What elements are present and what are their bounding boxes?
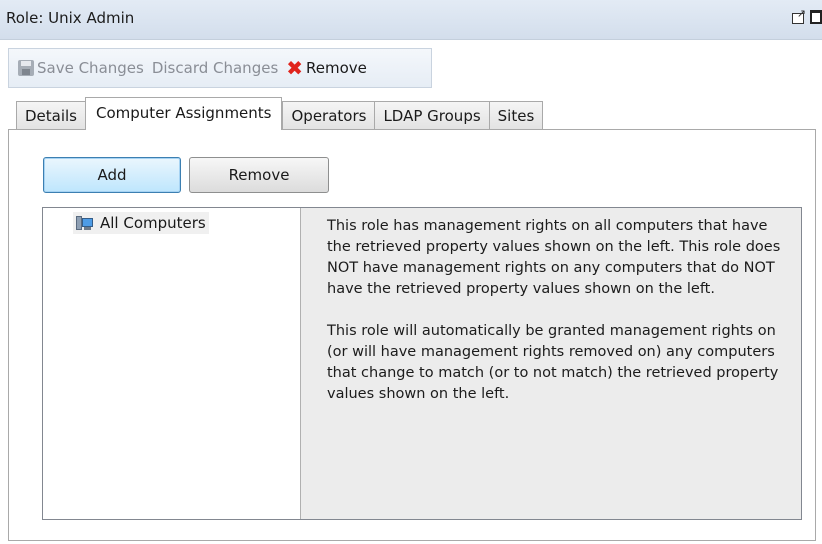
- computer-tree[interactable]: All Computers: [43, 208, 301, 519]
- discard-changes-button[interactable]: Discard Changes: [149, 59, 281, 77]
- save-changes-button[interactable]: Save Changes: [15, 59, 147, 77]
- tab-ldap-groups[interactable]: LDAP Groups: [374, 101, 490, 130]
- tab-operators[interactable]: Operators: [282, 101, 376, 130]
- popout-icon[interactable]: ↗: [792, 8, 806, 24]
- remove-button[interactable]: Remove: [189, 157, 329, 193]
- discard-changes-label: Discard Changes: [151, 59, 279, 77]
- info-paragraph-1: This role has management rights on all c…: [327, 218, 781, 297]
- info-paragraph-2: This role will automatically be granted …: [327, 323, 779, 402]
- computer-assignments-panel: Add Remove All Computers This role has m…: [8, 129, 816, 541]
- tab-sites[interactable]: Sites: [488, 101, 544, 130]
- window-title: Role: Unix Admin: [6, 9, 135, 27]
- title-bar: Role: Unix Admin ↗: [0, 0, 822, 40]
- tree-item-all-computers[interactable]: All Computers: [73, 212, 209, 234]
- tab-details[interactable]: Details: [16, 101, 87, 130]
- remove-role-button[interactable]: ✖ Remove: [283, 58, 370, 78]
- save-icon: [18, 60, 34, 76]
- tab-computer-assignments[interactable]: Computer Assignments: [85, 97, 283, 130]
- remove-role-label: Remove: [306, 59, 367, 77]
- tab-container: Details Computer Assignments Operators L…: [8, 92, 822, 544]
- save-changes-label: Save Changes: [37, 59, 144, 77]
- assignment-content: All Computers This role has management r…: [42, 207, 802, 520]
- computers-icon: [76, 215, 94, 231]
- maximize-icon[interactable]: [810, 10, 822, 24]
- remove-x-icon: ✖: [286, 56, 304, 80]
- window-controls: ↗: [792, 8, 822, 24]
- add-button[interactable]: Add: [43, 157, 181, 193]
- tab-strip: Details Computer Assignments Operators L…: [16, 97, 544, 130]
- toolbar: Save Changes Discard Changes ✖ Remove: [8, 48, 432, 88]
- info-text-panel: This role has management rights on all c…: [301, 208, 801, 519]
- tree-item-label: All Computers: [100, 214, 206, 232]
